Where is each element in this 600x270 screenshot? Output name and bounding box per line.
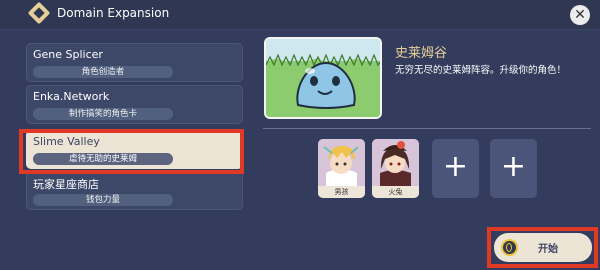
selection-highlight	[19, 129, 244, 174]
divider	[263, 128, 591, 129]
close-button[interactable]: ✕	[570, 5, 590, 25]
close-icon: ✕	[574, 7, 586, 23]
tool-item-tag: 制作搞笑的角色卡	[33, 108, 173, 120]
domain-expansion-dialog: Domain Expansion ✕ Gene Splicer 角色创造者 En…	[0, 0, 600, 270]
tool-item-tag: 钱包力量	[33, 194, 173, 206]
tool-item-tag: 角色创造者	[33, 66, 173, 78]
plus-icon: +	[442, 149, 469, 184]
slime-picture	[266, 39, 380, 117]
slime-illustration	[264, 37, 382, 119]
start-highlight	[487, 227, 598, 268]
tool-item-name: Gene Splicer	[33, 48, 103, 61]
tool-item-gene-splicer[interactable]: Gene Splicer 角色创造者	[26, 43, 243, 82]
party-slot-1[interactable]: 男孩	[318, 139, 365, 198]
diamond-icon	[27, 1, 51, 25]
tool-item-enka-network[interactable]: Enka.Network 制作搞笑的角色卡	[26, 85, 243, 124]
tool-item-constellation-shop[interactable]: 玩家星座商店 钱包力量	[26, 171, 243, 210]
party-slot-3[interactable]: +	[432, 139, 479, 198]
tool-item-name: 玩家星座商店	[33, 178, 99, 191]
tool-item-name: Enka.Network	[33, 90, 110, 103]
party-slot-4[interactable]: +	[490, 139, 537, 198]
title-bar: Domain Expansion ✕	[0, 0, 600, 30]
detail-title: 史莱姆谷	[395, 46, 448, 61]
window-title: Domain Expansion	[57, 6, 170, 20]
party-slot-2[interactable]: 火兔	[372, 139, 419, 198]
boy-character-portrait	[318, 139, 365, 186]
plus-icon: +	[500, 149, 527, 184]
party-slot-label: 火兔	[372, 186, 419, 198]
party-slot-label: 男孩	[318, 186, 365, 198]
fire-rabbit-character-portrait	[372, 139, 419, 186]
detail-description: 无穷无尽的史莱姆阵容。升级你的角色！	[395, 65, 567, 76]
